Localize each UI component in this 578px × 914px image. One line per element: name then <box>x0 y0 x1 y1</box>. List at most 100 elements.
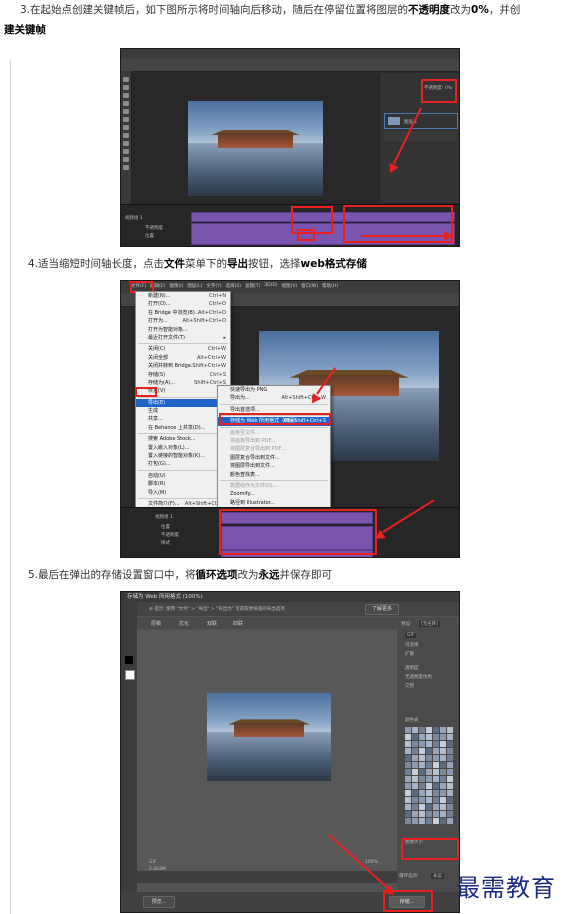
menu-item-label: 颜色查找表... <box>230 471 260 478</box>
menu-item-shortcut: Alt+Shift+Ctrl+O <box>182 318 226 325</box>
menu-item[interactable]: 置入链接的智能对象(K)... <box>136 452 230 460</box>
menu-item[interactable]: 将画板导出到 PDF... <box>218 437 330 445</box>
menu-item[interactable]: 打开为智能对象... <box>136 326 230 334</box>
menu-item-label: 存储(S) <box>148 371 166 378</box>
menu-item[interactable]: 数据组作为文件(D)... <box>218 482 330 490</box>
menu-item-shortcut: Shift+Ctrl+W <box>192 363 226 370</box>
color-swatch <box>419 741 425 747</box>
tab-2up[interactable]: 双联 <box>207 620 217 627</box>
menu-item-label: 导出(E) <box>148 399 166 406</box>
color-swatch <box>405 734 411 740</box>
color-swatch <box>405 741 411 747</box>
menubar-item[interactable]: 图像(I) <box>169 283 183 289</box>
tab-original[interactable]: 原稿 <box>151 620 161 627</box>
menu-item[interactable]: 打包(G)... <box>136 460 230 468</box>
menu-item-label: 将图层导出到文件... <box>230 463 275 470</box>
menu-item[interactable]: 关闭(C) Ctrl+W <box>136 345 230 353</box>
menubar-item[interactable]: 选择(S) <box>226 283 241 289</box>
highlight-export-item <box>135 387 157 397</box>
menu-item-label: 关闭并转到 Bridge... <box>148 363 196 370</box>
menu-item[interactable]: 存储(S) Ctrl+S <box>136 371 230 379</box>
color-swatch <box>440 783 446 789</box>
menu-item[interactable]: 画板至文件... <box>218 429 330 437</box>
menu-item[interactable]: 脚本(R)▸ <box>136 480 230 488</box>
menu-item[interactable]: 关闭全部 Alt+Ctrl+W <box>136 354 230 362</box>
color-swatch <box>433 755 439 761</box>
menubar-item[interactable]: 图层(L) <box>187 283 202 289</box>
color-swatch <box>433 790 439 796</box>
color-swatch <box>433 797 439 803</box>
screenshot-timeline-keyframe: 不透明度: 0% 图层 1 视频组 1 不透明度 位置 <box>120 48 460 247</box>
loop-select[interactable]: 永远 <box>431 873 444 879</box>
color-swatch <box>447 783 453 789</box>
color-swatch <box>412 797 418 803</box>
color-swatch <box>412 727 418 733</box>
menu-item-shortcut: Alt+Ctrl+O <box>198 309 226 316</box>
menu-item[interactable]: 打开为... Alt+Shift+Ctrl+O <box>136 317 230 325</box>
menu-item[interactable]: Zoomify... <box>218 490 330 498</box>
ps-options-bar <box>121 59 459 72</box>
menubar-item[interactable]: 视图(V) <box>282 283 298 289</box>
highlight-shortened-timeline <box>219 509 377 555</box>
menu-item[interactable]: 在 Bridge 中浏览(B)... Alt+Ctrl+O <box>136 309 230 317</box>
menu-item[interactable]: 最近打开文件(T) ▸ <box>136 334 230 342</box>
color-swatch <box>419 818 425 824</box>
left-margin-rule <box>10 60 11 914</box>
color-swatch <box>405 818 411 824</box>
menu-item[interactable]: 关闭并转到 Bridge... Shift+Ctrl+W <box>136 362 230 370</box>
menu-item[interactable]: 自动(U)▸ <box>136 472 230 480</box>
menubar-item[interactable]: 文字(Y) <box>206 283 221 289</box>
menu-item[interactable]: 新建(N)... Ctrl+N <box>136 292 230 300</box>
color-swatch <box>412 776 418 782</box>
menu-separator <box>138 469 228 471</box>
menu-item[interactable]: 共享... <box>136 415 230 423</box>
color-swatch <box>433 818 439 824</box>
menu-item-shortcut: Ctrl+S <box>209 371 226 378</box>
menubar-item[interactable]: 帮助(H) <box>322 283 338 289</box>
menu-separator <box>220 426 328 428</box>
menu-item[interactable]: 将图层导出到文件... <box>218 462 330 470</box>
color-swatch <box>412 755 418 761</box>
highlight-save-for-web <box>219 413 331 425</box>
color-swatch <box>433 769 439 775</box>
preview-button[interactable]: 预览... <box>143 896 175 908</box>
tab-4up[interactable]: 四联 <box>233 620 243 627</box>
preview-area <box>137 630 397 870</box>
color-swatch <box>412 769 418 775</box>
color-swatch <box>433 783 439 789</box>
menubar-item[interactable]: 3D(D) <box>264 283 277 289</box>
menu-item[interactable]: 将图层复合导出到 PDF... <box>218 445 330 453</box>
step5-text: 5.最后在弹出的存储设置窗口中，将循环选项改为永远并保存即可 <box>28 569 333 581</box>
menu-item[interactable]: 打开(O)... Ctrl+O <box>136 300 230 308</box>
menu-item[interactable]: 在 Behance 上共享(D)... <box>136 424 230 432</box>
menu-item[interactable]: 颜色查找表... <box>218 471 330 479</box>
menu-item[interactable]: 生成▸ <box>136 407 230 415</box>
menu-item-label: 关闭全部 <box>148 354 169 361</box>
color-swatch <box>405 783 411 789</box>
menubar-item[interactable]: 滤镜(T) <box>245 283 260 289</box>
color-swatch <box>447 811 453 817</box>
menubar-item[interactable]: 窗口(W) <box>301 283 318 289</box>
color-swatch <box>447 748 453 754</box>
menu-separator <box>138 497 228 499</box>
tab-optimized[interactable]: 优化 <box>179 620 189 627</box>
menu-item-label: Zoomify... <box>230 491 255 498</box>
color-swatch <box>419 755 425 761</box>
watermark: 最需教育 <box>456 874 556 902</box>
menu-item[interactable]: 导出(E)▸ <box>136 398 230 408</box>
menu-item-label: 打开(O)... <box>148 301 171 308</box>
menu-item[interactable]: 导入(M)▸ <box>136 489 230 497</box>
menu-item-label: 打包(G)... <box>148 461 171 468</box>
color-swatch <box>405 762 411 768</box>
color-swatch <box>447 727 453 733</box>
highlight-keyframe <box>297 229 315 241</box>
menu-item[interactable]: 置入嵌入对象(L)... <box>136 444 230 452</box>
learn-more-button[interactable]: 了解更多 <box>365 604 399 615</box>
menu-item[interactable]: 路径到 Illustrator... <box>218 499 330 507</box>
menu-item[interactable]: 搜索 Adobe Stock... <box>136 435 230 443</box>
color-swatch <box>419 734 425 740</box>
menu-item-label: 将图层复合导出到 PDF... <box>230 446 286 453</box>
color-swatch <box>426 776 432 782</box>
menu-item[interactable]: 图层复合导出到文件... <box>218 454 330 462</box>
color-swatch <box>426 790 432 796</box>
